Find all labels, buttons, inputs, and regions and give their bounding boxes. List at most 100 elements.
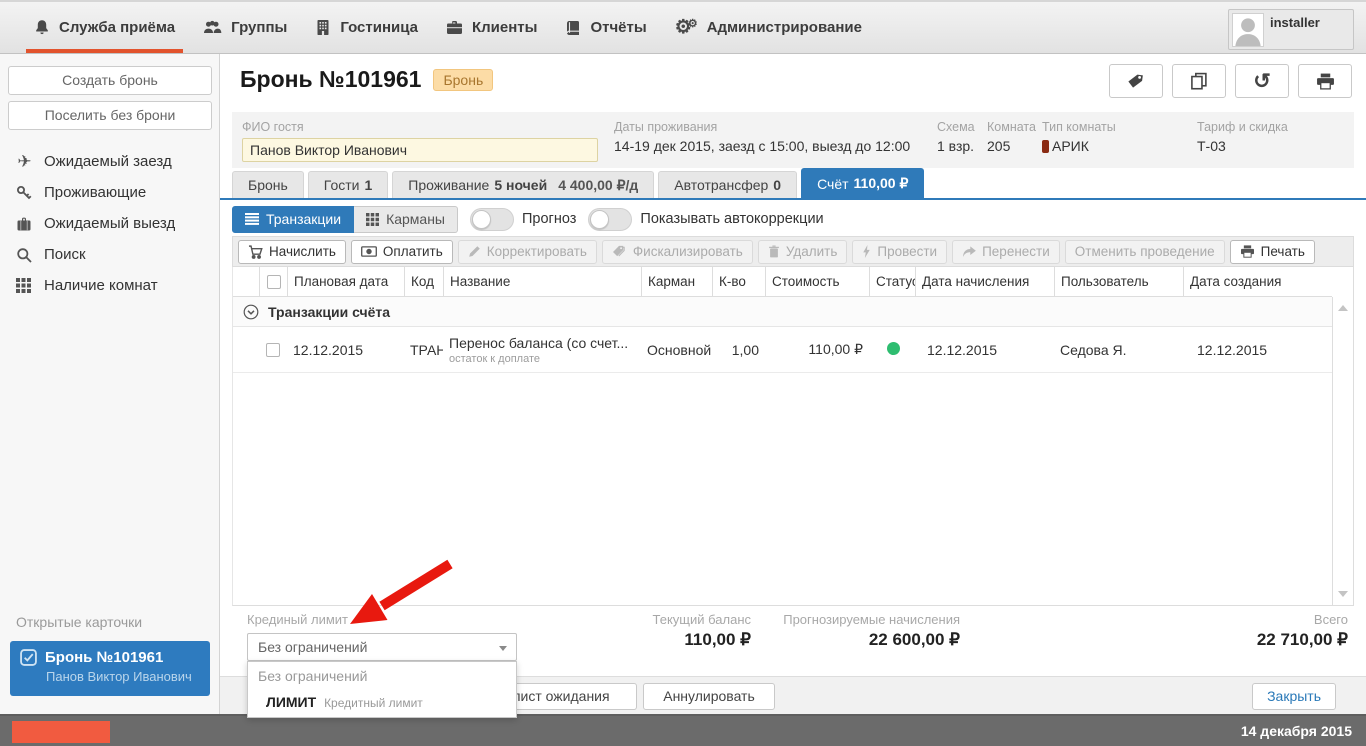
nav-item-label: Гостиница (340, 19, 418, 36)
scroll-down-arrow[interactable] (1338, 591, 1348, 597)
checked-card-icon (20, 649, 37, 666)
column-header-pocket[interactable]: Карман (641, 267, 712, 296)
annul-button[interactable]: Аннулировать (643, 683, 775, 710)
table-row[interactable]: 12.12.2015 ТРАНС Перенос баланса (со сче… (233, 327, 1332, 373)
user-name: installer (1270, 15, 1320, 30)
tab-bar: Бронь Гости1 Проживание5 ночей4 400,00 ₽… (220, 168, 1366, 200)
correct-button[interactable]: Корректировать (458, 240, 597, 264)
open-cards-label: Открытые карточки (16, 614, 142, 630)
fiscalize-button[interactable]: Фискализировать (602, 240, 753, 264)
credit-limit-select[interactable]: Без ограничений (247, 633, 517, 661)
open-card-subtitle: Панов Виктор Иванович (46, 669, 200, 684)
dropdown-option-no-limit[interactable]: Без ограничений (248, 662, 516, 689)
credit-limit-label: Крединый лимит (247, 612, 348, 627)
nav-item-label: Группы (231, 19, 287, 36)
guest-name-label: ФИО гостя (242, 120, 614, 134)
print-transactions-button[interactable]: Печать (1230, 240, 1315, 264)
accrue-button[interactable]: Начислить (238, 240, 346, 264)
cell-cost: 110,00 ₽ (765, 341, 869, 358)
tags-button[interactable] (1109, 64, 1163, 98)
tab-accommodation[interactable]: Проживание5 ночей4 400,00 ₽/д (392, 171, 654, 198)
copy-icon (1190, 72, 1208, 90)
column-header-planned-date[interactable]: Плановая дата (287, 267, 404, 296)
close-button[interactable]: Закрыть (1252, 683, 1336, 710)
collapse-group-icon[interactable] (243, 304, 259, 320)
sidebar-item-label: Ожидаемый выезд (44, 215, 175, 232)
guest-name-input[interactable] (242, 138, 598, 162)
nav-item-administration[interactable]: ⚙⚙ Администрирование (661, 2, 876, 53)
copy-button[interactable] (1172, 64, 1226, 98)
credit-limit-value: Без ограничений (258, 639, 367, 655)
forecast-toggle-label: Прогноз (522, 211, 576, 227)
main-panel: Бронь №101961 Бронь ↺ ФИО гостя Даты про… (220, 54, 1366, 714)
open-card-title: Бронь №101961 (45, 649, 163, 666)
redacted-block (12, 721, 110, 743)
column-header-created-date[interactable]: Дата создания (1183, 267, 1332, 296)
booking-info-bar: ФИО гостя Даты проживания 14-19 дек 2015… (232, 112, 1354, 168)
total-value: 22 710,00 ₽ (1257, 630, 1348, 650)
transactions-table: Плановая дата Код Название Карман К-во С… (232, 267, 1354, 606)
forecast-toggle[interactable] (470, 208, 514, 231)
book-icon (565, 20, 581, 36)
stay-dates-label: Даты проживания (614, 120, 937, 134)
create-booking-button[interactable]: Создать бронь (8, 66, 212, 95)
transfer-button[interactable]: Перенести (952, 240, 1060, 264)
group-label: Транзакции счёта (268, 304, 390, 320)
checkin-without-booking-button[interactable]: Поселить без брони (8, 101, 212, 130)
sidebar-item-room-availability[interactable]: Наличие комнат (0, 270, 219, 301)
nav-item-groups[interactable]: Группы (189, 2, 301, 53)
nav-item-reports[interactable]: Отчёты (551, 2, 660, 53)
pencil-icon (468, 245, 481, 258)
tab-autotransfer[interactable]: Автотрансфер0 (658, 171, 797, 198)
open-card-booking[interactable]: Бронь №101961 Панов Виктор Иванович (10, 641, 210, 696)
printer-icon (1240, 245, 1255, 258)
sidebar-item-search[interactable]: Поиск (0, 239, 219, 270)
cell-status (869, 342, 915, 358)
nav-item-front-desk[interactable]: Служба приёма (20, 2, 189, 53)
forecast-accruals-label: Прогнозируемые начисления (720, 612, 960, 627)
avatar (1232, 13, 1264, 47)
post-button[interactable]: Провести (852, 240, 947, 264)
print-button[interactable] (1298, 64, 1352, 98)
column-header-cost[interactable]: Стоимость (765, 267, 869, 296)
delete-button[interactable]: Удалить (758, 240, 848, 264)
nav-item-label: Клиенты (472, 19, 537, 36)
dropdown-option-limit[interactable]: ЛИМИТ Кредитный лимит (248, 689, 516, 717)
app-window: Служба приёма Группы Гостиница Клиенты О… (0, 0, 1366, 746)
bolt-icon (862, 245, 871, 258)
tab-account[interactable]: Счёт110,00 ₽ (801, 168, 924, 198)
select-all-checkbox[interactable] (267, 275, 281, 289)
cell-created-date: 12.12.2015 (1183, 342, 1332, 358)
autocorrections-toggle[interactable] (588, 208, 632, 231)
row-checkbox[interactable] (266, 343, 280, 357)
column-header-status[interactable]: Статус (869, 267, 915, 296)
pay-button[interactable]: Оплатить (351, 240, 453, 264)
history-button[interactable]: ↺ (1235, 64, 1289, 98)
tab-guests[interactable]: Гости1 (308, 171, 388, 198)
status-green-dot (887, 342, 900, 355)
column-header-user[interactable]: Пользователь (1054, 267, 1183, 296)
gears-icon: ⚙⚙ (675, 18, 698, 37)
column-header-qty[interactable]: К-во (712, 267, 765, 296)
sidebar: Создать бронь Поселить без брони ✈ Ожида… (0, 54, 220, 714)
column-header-accrual-date[interactable]: Дата начисления (915, 267, 1054, 296)
sidebar-item-residents[interactable]: Проживающие (0, 177, 219, 208)
vertical-scrollbar[interactable] (1332, 297, 1353, 605)
scroll-up-arrow[interactable] (1338, 305, 1348, 311)
sidebar-item-expected-arrival[interactable]: ✈ Ожидаемый заезд (0, 146, 219, 177)
room-label: Комната (987, 120, 1042, 134)
status-bar: 14 декабря 2015 (0, 714, 1366, 746)
nav-item-hotel[interactable]: Гостиница (301, 2, 432, 53)
cell-planned-date: 12.12.2015 (287, 342, 404, 358)
column-header-name[interactable]: Название (443, 267, 641, 296)
sidebar-item-expected-departure[interactable]: Ожидаемый выезд (0, 208, 219, 239)
segment-pockets[interactable]: Карманы (354, 206, 458, 233)
banknote-icon (361, 246, 377, 257)
tab-booking[interactable]: Бронь (232, 171, 304, 198)
user-menu[interactable]: installer (1228, 9, 1354, 50)
grid-icon (366, 213, 379, 226)
cancel-posting-button[interactable]: Отменить проведение (1065, 240, 1225, 264)
nav-item-clients[interactable]: Клиенты (432, 2, 551, 53)
segment-transactions[interactable]: Транзакции (232, 206, 354, 233)
column-header-code[interactable]: Код (404, 267, 443, 296)
